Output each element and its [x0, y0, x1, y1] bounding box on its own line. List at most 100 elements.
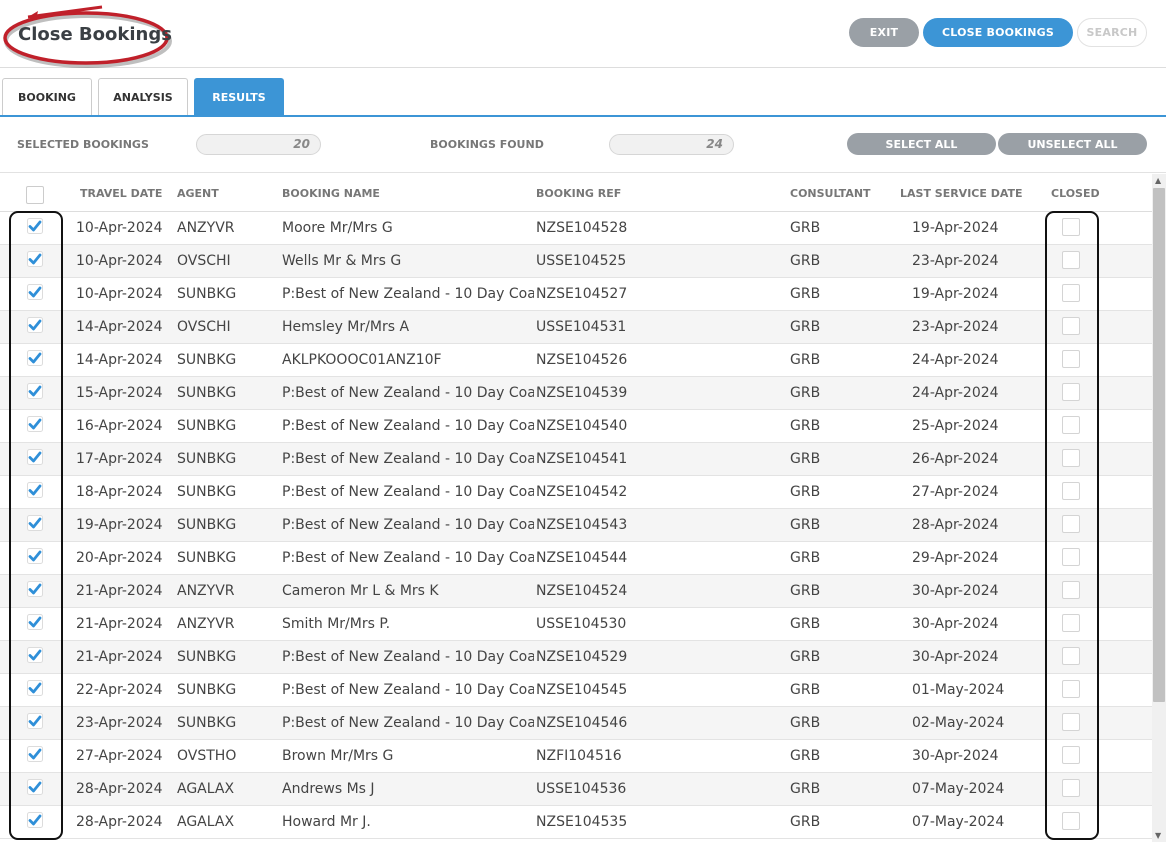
travel-date-cell: 15-Apr-2024: [76, 385, 163, 401]
agent-cell: OVSTHO: [177, 748, 237, 764]
table-row[interactable]: 19-Apr-2024 SUNBKG P:Best of New Zealand -…: [0, 509, 1152, 542]
table-row[interactable]: 20-Apr-2024 SUNBKG P:Best of New Zealand -…: [0, 542, 1152, 575]
closed-checkbox[interactable]: [1062, 779, 1080, 797]
checkbox-checked-icon[interactable]: [27, 713, 43, 729]
table-row[interactable]: 14-Apr-2024 SUNBKG AKLPKOOOC01ANZ10F NZSE10…: [0, 344, 1152, 377]
consultant-cell: GRB: [790, 616, 821, 632]
column-header-travel-date[interactable]: TRAVEL DATE: [80, 187, 162, 200]
travel-date-cell: 14-Apr-2024: [76, 319, 163, 335]
table-row[interactable]: 21-Apr-2024 ANZYVR Smith Mr/Mrs P. USSE1045…: [0, 608, 1152, 641]
checkbox-checked-icon[interactable]: [27, 218, 43, 234]
checkbox-checked-icon[interactable]: [27, 581, 43, 597]
travel-date-cell: 21-Apr-2024: [76, 616, 163, 632]
closed-checkbox[interactable]: [1062, 647, 1080, 665]
column-header-closed[interactable]: CLOSED: [1051, 187, 1100, 200]
search-button[interactable]: SEARCH: [1077, 18, 1147, 47]
column-header-last-service-date[interactable]: LAST SERVICE DATE: [900, 187, 1023, 200]
closed-checkbox[interactable]: [1062, 383, 1080, 401]
agent-cell: SUNBKG: [177, 451, 237, 467]
table-row[interactable]: 22-Apr-2024 SUNBKG P:Best of New Zealand -…: [0, 674, 1152, 707]
closed-checkbox[interactable]: [1062, 746, 1080, 764]
travel-date-cell: 17-Apr-2024: [76, 451, 163, 467]
table-row[interactable]: 21-Apr-2024 ANZYVR Cameron Mr L & Mrs K NZS…: [0, 575, 1152, 608]
caret-down-icon[interactable]: ▼: [1155, 831, 1161, 840]
closed-checkbox[interactable]: [1062, 482, 1080, 500]
closed-checkbox[interactable]: [1062, 713, 1080, 731]
closed-checkbox[interactable]: [1062, 581, 1080, 599]
exit-button[interactable]: EXIT: [849, 18, 919, 47]
table-row[interactable]: 10-Apr-2024 OVSCHI Wells Mr & Mrs G USSE104…: [0, 245, 1152, 278]
checkbox-checked-icon[interactable]: [27, 812, 43, 828]
close-bookings-button[interactable]: CLOSE BOOKINGS: [923, 18, 1073, 47]
checkbox-checked-icon[interactable]: [27, 614, 43, 630]
closed-checkbox[interactable]: [1062, 515, 1080, 533]
checkbox-checked-icon[interactable]: [27, 449, 43, 465]
consultant-cell: GRB: [790, 814, 821, 830]
agent-cell: SUNBKG: [177, 682, 237, 698]
checkbox-checked-icon[interactable]: [27, 515, 43, 531]
checkbox-checked-icon[interactable]: [27, 416, 43, 432]
checkbox-checked-icon[interactable]: [27, 746, 43, 762]
booking-ref-cell: USSE104530: [536, 616, 627, 632]
table-row[interactable]: 10-Apr-2024 SUNBKG P:Best of New Zealand -…: [0, 278, 1152, 311]
column-header-booking-ref[interactable]: BOOKING REF: [536, 187, 621, 200]
closed-checkbox[interactable]: [1062, 317, 1080, 335]
booking-name-cell: P:Best of New Zealand - 10 Day Coach: [282, 550, 534, 566]
closed-checkbox[interactable]: [1062, 218, 1080, 236]
closed-checkbox[interactable]: [1062, 449, 1080, 467]
header-bar: Close Bookings EXIT CLOSE BOOKINGS SEARC…: [0, 0, 1166, 68]
column-header-consultant[interactable]: CONSULTANT: [790, 187, 871, 200]
booking-name-cell: AKLPKOOOC01ANZ10F: [282, 352, 442, 368]
consultant-cell: GRB: [790, 715, 821, 731]
table-row[interactable]: 23-Apr-2024 SUNBKG P:Best of New Zealand -…: [0, 707, 1152, 740]
consultant-cell: GRB: [790, 682, 821, 698]
closed-checkbox[interactable]: [1062, 416, 1080, 434]
table-row[interactable]: 27-Apr-2024 OVSTHO Brown Mr/Mrs G NZFI10451…: [0, 740, 1152, 773]
checkbox-checked-icon[interactable]: [27, 383, 43, 399]
table-row[interactable]: 10-Apr-2024 ANZYVR Moore Mr/Mrs G NZSE10452…: [0, 212, 1152, 245]
checkbox-checked-icon[interactable]: [27, 482, 43, 498]
checkbox-checked-icon[interactable]: [27, 251, 43, 267]
checkbox-checked-icon[interactable]: [27, 680, 43, 696]
table-row[interactable]: 17-Apr-2024 SUNBKG P:Best of New Zealand -…: [0, 443, 1152, 476]
closed-checkbox[interactable]: [1062, 284, 1080, 302]
booking-ref-cell: NZSE104539: [536, 385, 628, 401]
tab-analysis[interactable]: ANALYSIS: [98, 78, 188, 115]
tab-results[interactable]: RESULTS: [194, 78, 284, 115]
caret-up-icon[interactable]: ▲: [1155, 176, 1161, 185]
checkbox-checked-icon[interactable]: [27, 548, 43, 564]
booking-ref-cell: NZSE104526: [536, 352, 628, 368]
closed-checkbox[interactable]: [1062, 548, 1080, 566]
booking-name-cell: P:Best of New Zealand - 10 Day Coach: [282, 649, 534, 665]
closed-checkbox[interactable]: [1062, 350, 1080, 368]
travel-date-cell: 28-Apr-2024: [76, 814, 163, 830]
closed-checkbox[interactable]: [1062, 251, 1080, 269]
scrollbar-thumb[interactable]: [1153, 188, 1165, 702]
checkbox-checked-icon[interactable]: [27, 779, 43, 795]
column-header-agent[interactable]: AGENT: [177, 187, 219, 200]
column-header-booking-name[interactable]: BOOKING NAME: [282, 187, 380, 200]
table-scrollbar[interactable]: ▲ ▼: [1152, 174, 1166, 842]
table-row[interactable]: 21-Apr-2024 SUNBKG P:Best of New Zealand -…: [0, 641, 1152, 674]
unselect-all-button[interactable]: UNSELECT ALL: [998, 133, 1147, 155]
table-row[interactable]: 28-Apr-2024 AGALAX Howard Mr J. NZSE104535 G…: [0, 806, 1152, 839]
closed-checkbox[interactable]: [1062, 812, 1080, 830]
table-row[interactable]: 28-Apr-2024 AGALAX Andrews Ms J USSE104536 G…: [0, 773, 1152, 806]
checkbox-checked-icon[interactable]: [27, 350, 43, 366]
checkbox-checked-icon[interactable]: [27, 647, 43, 663]
last-service-date-cell: 19-Apr-2024: [912, 286, 999, 302]
closed-checkbox[interactable]: [1062, 614, 1080, 632]
checkbox-checked-icon[interactable]: [27, 284, 43, 300]
booking-name-cell: Cameron Mr L & Mrs K: [282, 583, 439, 599]
table-row[interactable]: 14-Apr-2024 OVSCHI Hemsley Mr/Mrs A USSE104…: [0, 311, 1152, 344]
table-row[interactable]: 16-Apr-2024 SUNBKG P:Best of New Zealand -…: [0, 410, 1152, 443]
travel-date-cell: 10-Apr-2024: [76, 220, 163, 236]
table-row[interactable]: 18-Apr-2024 SUNBKG P:Best of New Zealand -…: [0, 476, 1152, 509]
select-all-checkbox[interactable]: [26, 186, 44, 204]
table-row[interactable]: 15-Apr-2024 SUNBKG P:Best of New Zealand -…: [0, 377, 1152, 410]
select-all-button[interactable]: SELECT ALL: [847, 133, 996, 155]
bookings-found-label: BOOKINGS FOUND: [430, 138, 544, 151]
tab-booking[interactable]: BOOKING: [2, 78, 92, 115]
checkbox-checked-icon[interactable]: [27, 317, 43, 333]
closed-checkbox[interactable]: [1062, 680, 1080, 698]
